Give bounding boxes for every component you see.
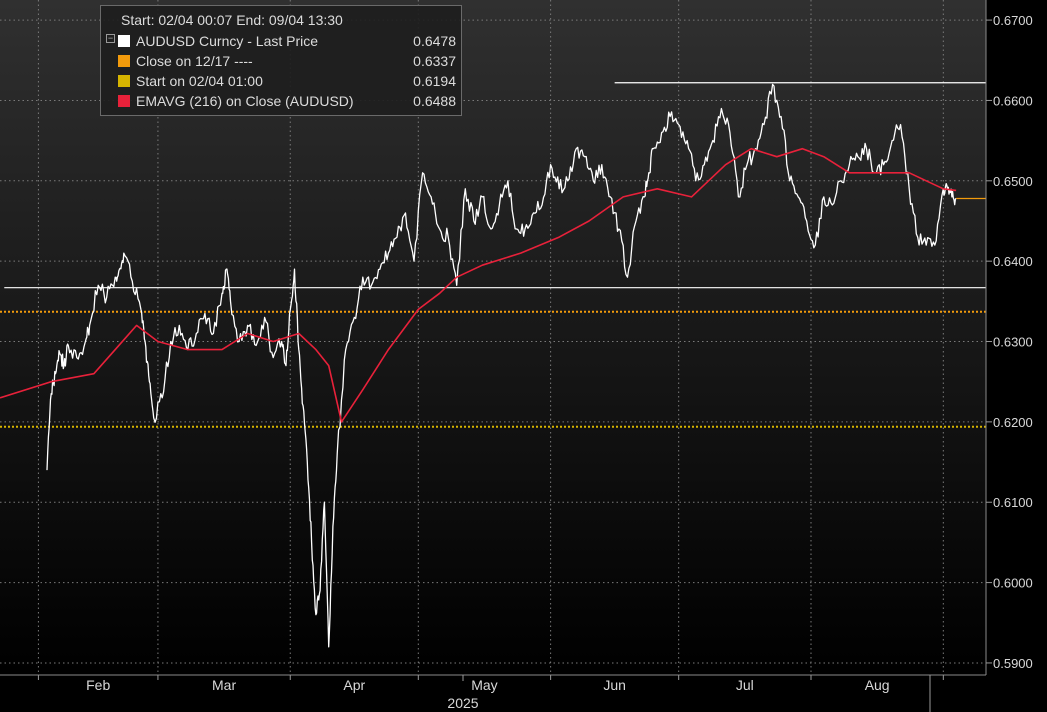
collapse-icon[interactable]: − <box>106 34 115 43</box>
x-tick-label: Mar <box>212 677 236 693</box>
y-tick-label: 0.6100 <box>993 495 1033 510</box>
x-tick-label: Jun <box>603 677 626 693</box>
legend-swatch-icon <box>118 75 130 87</box>
legend-value: 0.6337 <box>413 53 456 69</box>
legend-label: Close on 12/17 ---- <box>136 53 253 69</box>
legend-item-close[interactable]: Close on 12/17 ---- 0.6337 <box>106 53 456 71</box>
x-tick-label: Jul <box>736 677 754 693</box>
x-axis-title: 2025 <box>447 695 478 711</box>
legend-label: EMAVG (216) on Close (AUDUSD) <box>136 93 354 109</box>
legend-value: 0.6488 <box>413 93 456 109</box>
legend-swatch-icon <box>118 55 130 67</box>
legend-item-start[interactable]: Start on 02/04 01:00 0.6194 <box>106 73 456 91</box>
y-tick-label: 0.6600 <box>993 93 1033 108</box>
y-tick-label: 0.6200 <box>993 415 1033 430</box>
y-axis: 0.5900 0.6000 0.6100 0.6200 0.6300 0.6400 0.65… <box>985 0 1033 675</box>
x-tick-label: Apr <box>343 677 365 693</box>
y-tick-label: 0.6000 <box>993 576 1033 591</box>
y-tick-label: 0.5900 <box>993 656 1033 671</box>
y-tick-label: 0.6700 <box>993 13 1033 28</box>
y-tick-label: 0.6400 <box>993 254 1033 269</box>
legend-swatch-icon <box>118 35 130 47</box>
legend-label: AUDUSD Curncy - Last Price <box>136 33 319 49</box>
legend-label: Start on 02/04 01:00 <box>136 73 263 89</box>
legend-item-last-price[interactable]: − AUDUSD Curncy - Last Price 0.6478 <box>106 33 456 51</box>
x-tick-label: May <box>471 677 497 693</box>
x-axis: Feb Mar Apr May Jun Jul Aug <box>0 674 986 712</box>
x-tick-label: Feb <box>86 677 110 693</box>
y-tick-label: 0.6500 <box>993 174 1033 189</box>
legend-value: 0.6478 <box>413 33 456 49</box>
x-tick-label: Aug <box>865 677 890 693</box>
legend-date-range: Start: 02/04 00:07 End: 09/04 13:30 <box>121 12 343 28</box>
y-tick-label: 0.6300 <box>993 335 1033 350</box>
legend-swatch-icon <box>118 95 130 107</box>
legend-item-emavg[interactable]: EMAVG (216) on Close (AUDUSD) 0.6488 <box>106 93 456 111</box>
legend: Start: 02/04 00:07 End: 09/04 13:30 − AU… <box>100 5 462 116</box>
legend-value: 0.6194 <box>413 73 456 89</box>
